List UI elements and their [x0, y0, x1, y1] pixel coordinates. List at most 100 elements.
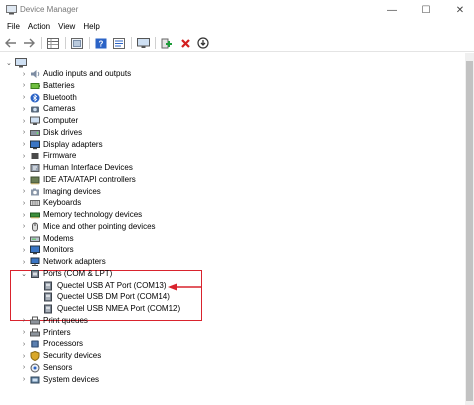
update-driver-button[interactable] — [160, 37, 174, 50]
port-device-icon — [44, 292, 52, 302]
properties-button[interactable] — [46, 37, 60, 50]
tree-category[interactable]: › Print queues — [0, 315, 300, 327]
printer-icon — [29, 316, 40, 325]
tree-device-item[interactable]: Quectel USB DM Port (COM14) — [0, 291, 300, 303]
tree-category-label: Printers — [43, 327, 71, 337]
category-icon — [29, 175, 40, 185]
tree-category[interactable]: › Monitors — [0, 244, 300, 256]
uninstall-x-icon — [180, 38, 190, 48]
menu-help[interactable]: Help — [79, 20, 103, 34]
chevron-right-icon[interactable]: › — [20, 244, 28, 256]
tree-category-label: Imaging devices — [43, 186, 101, 196]
chevron-right-icon[interactable]: › — [20, 115, 28, 127]
category-icon — [29, 81, 40, 91]
chevron-right-icon[interactable]: › — [20, 150, 28, 162]
scrollbar-thumb[interactable] — [466, 61, 473, 401]
scan-button[interactable] — [112, 37, 126, 50]
chevron-right-icon[interactable]: › — [20, 315, 28, 327]
chevron-right-icon[interactable]: › — [20, 174, 28, 186]
tree-device-item[interactable]: Quectel USB NMEA Port (COM12) — [0, 303, 300, 315]
chevron-right-icon[interactable]: › — [20, 162, 28, 174]
hid-icon — [30, 164, 39, 172]
tree-device-item[interactable]: Quectel USB AT Port (COM13) — [0, 280, 300, 292]
chevron-right-icon[interactable]: › — [20, 350, 28, 362]
uninstall-button[interactable] — [178, 37, 192, 50]
menu-view[interactable]: View — [54, 20, 79, 34]
device-icon — [43, 304, 53, 314]
minimize-button[interactable]: — — [375, 0, 409, 20]
forward-button[interactable] — [22, 37, 36, 50]
monitor-button[interactable] — [136, 37, 150, 50]
tree-category-label: Memory technology devices — [43, 210, 143, 219]
tree-category-label: Display adapters — [43, 139, 103, 149]
chevron-right-icon[interactable]: › — [20, 327, 28, 339]
tree-category[interactable]: ⌄ Ports (COM & LPT) — [0, 268, 300, 280]
battery-icon — [30, 82, 40, 89]
chevron-right-icon[interactable]: › — [20, 233, 28, 245]
category-icon — [29, 269, 40, 279]
download-driver-button[interactable] — [196, 37, 210, 50]
tree-category-label: Network adapters — [43, 257, 106, 266]
tree-category[interactable]: › Mice and other pointing devices — [0, 221, 300, 233]
tree-category[interactable]: › Processors — [0, 338, 300, 350]
help-button[interactable]: ? — [94, 37, 108, 50]
tree-category[interactable]: › IDE ATA/ATAPI controllers — [0, 174, 300, 186]
modem-icon — [29, 236, 40, 242]
toolbar-separator — [155, 37, 156, 49]
maximize-button[interactable]: ☐ — [409, 0, 443, 20]
bluetooth-icon — [30, 93, 39, 102]
category-icon — [29, 198, 40, 208]
chevron-right-icon[interactable]: › — [20, 374, 28, 386]
category-icon — [29, 69, 40, 79]
chevron-right-icon[interactable]: › — [20, 256, 28, 268]
close-button[interactable]: ✕ — [443, 0, 474, 20]
tree-category[interactable]: › Network adapters — [0, 256, 300, 268]
tree-category[interactable]: › System devices — [0, 374, 300, 386]
chevron-right-icon[interactable]: › — [20, 209, 28, 221]
computer-root-icon — [14, 58, 27, 68]
toolbar-separator — [65, 37, 66, 49]
chevron-right-icon[interactable]: › — [20, 80, 28, 92]
tree-category[interactable]: › Imaging devices — [0, 186, 300, 198]
svg-text:?: ? — [99, 39, 104, 48]
properties-grid-icon — [47, 37, 59, 49]
category-icon — [29, 116, 40, 126]
tree-category[interactable]: › Firmware — [0, 150, 300, 162]
chevron-right-icon[interactable]: › — [20, 68, 28, 80]
chevron-right-icon[interactable]: › — [20, 139, 28, 151]
tree-category[interactable]: › Memory technology devices — [0, 209, 300, 221]
tree-category[interactable]: › Human Interface Devices — [0, 162, 300, 174]
download-driver-icon — [197, 37, 209, 49]
chevron-right-icon[interactable]: › — [20, 197, 28, 209]
tree-category[interactable]: › Security devices — [0, 350, 300, 362]
chevron-right-icon[interactable]: › — [20, 338, 28, 350]
chevron-right-icon[interactable]: › — [20, 92, 28, 104]
chevron-right-icon[interactable]: › — [20, 362, 28, 374]
tree-category-label: Ports (COM & LPT) — [43, 268, 113, 278]
tree-category[interactable]: › Display adapters — [0, 139, 300, 151]
menu-action[interactable]: Action — [24, 20, 54, 34]
tree-category[interactable]: › Printers — [0, 327, 300, 339]
tree-category[interactable]: › Cameras — [0, 103, 300, 115]
show-hidden-button[interactable] — [70, 37, 84, 50]
tree-category[interactable]: › Bluetooth — [0, 92, 300, 104]
tree-category[interactable]: › Audio inputs and outputs — [0, 68, 300, 80]
tree-category[interactable]: › Keyboards — [0, 197, 300, 209]
tree-category[interactable]: › Batteries — [0, 80, 300, 92]
chevron-right-icon[interactable]: › — [20, 221, 28, 233]
tree-device-label: Quectel USB NMEA Port (COM12) — [57, 304, 181, 313]
tree-device-label: Quectel USB DM Port (COM14) — [57, 292, 170, 302]
back-button[interactable] — [4, 37, 18, 50]
vertical-scrollbar[interactable] — [465, 53, 474, 405]
tree-category[interactable]: › Disk drives — [0, 127, 300, 139]
chevron-right-icon[interactable]: › — [20, 103, 28, 115]
menu-file[interactable]: File — [3, 20, 24, 34]
chevron-right-icon[interactable]: › — [20, 186, 28, 198]
tree-category[interactable]: › Modems — [0, 233, 300, 245]
tree-category[interactable]: › Sensors — [0, 362, 300, 374]
chevron-down-icon[interactable]: ⌄ — [20, 268, 28, 280]
chevron-right-icon[interactable]: › — [20, 127, 28, 139]
tree-category[interactable]: › Computer — [0, 115, 300, 127]
category-icon — [29, 375, 40, 385]
add-driver-icon — [161, 38, 172, 48]
